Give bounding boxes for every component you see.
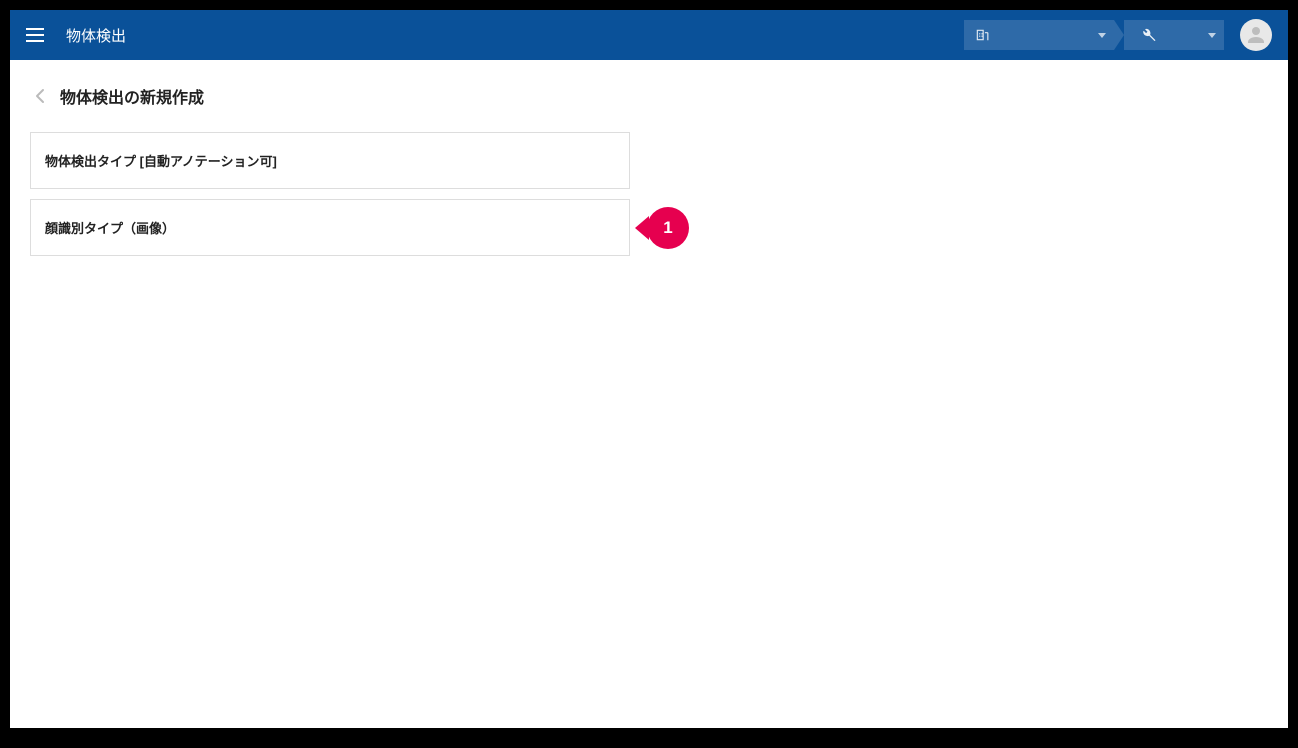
back-button[interactable] xyxy=(30,86,50,106)
caret-down-icon xyxy=(1208,33,1216,38)
option-label: 物体検出タイプ [自動アノテーション可] xyxy=(45,151,615,170)
callout-marker: 1 xyxy=(635,207,689,249)
wrench-icon xyxy=(1140,27,1156,43)
org-selector[interactable] xyxy=(964,20,1114,50)
page-header: 物体検出の新規作成 xyxy=(30,84,1268,108)
callout-number: 1 xyxy=(647,207,689,249)
menu-icon[interactable] xyxy=(26,23,50,47)
user-avatar[interactable] xyxy=(1240,19,1272,51)
option-label: 顔識別タイプ（画像） xyxy=(45,218,615,237)
building-icon xyxy=(974,27,990,43)
option-card-detection-type[interactable]: 物体検出タイプ [自動アノテーション可] xyxy=(30,132,630,189)
app-header: 物体検出 xyxy=(10,10,1288,60)
option-card-face-type[interactable]: 顔識別タイプ（画像） 1 xyxy=(30,199,630,256)
header-title: 物体検出 xyxy=(66,25,964,46)
main-content: 物体検出の新規作成 物体検出タイプ [自動アノテーション可] 顔識別タイプ（画像… xyxy=(10,60,1288,728)
option-list: 物体検出タイプ [自動アノテーション可] 顔識別タイプ（画像） 1 xyxy=(30,132,630,256)
caret-down-icon xyxy=(1098,33,1106,38)
header-right xyxy=(964,19,1272,51)
page-title: 物体検出の新規作成 xyxy=(60,84,204,108)
tool-selector[interactable] xyxy=(1124,20,1224,50)
